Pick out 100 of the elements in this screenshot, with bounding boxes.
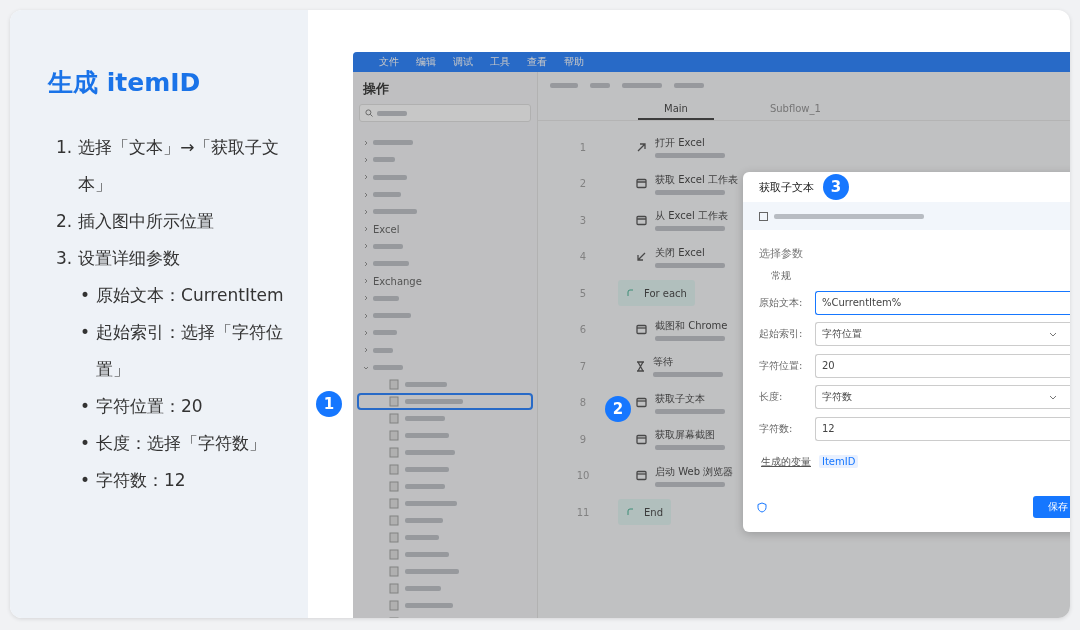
blurred-text — [405, 416, 445, 422]
step-title: 获取子文本 — [655, 391, 706, 406]
menu-item[interactable]: 调试 — [453, 55, 473, 69]
blurred-text — [405, 433, 449, 439]
line-number: 9 — [578, 433, 588, 445]
document-icon — [389, 515, 399, 527]
loop-end-block[interactable]: End — [618, 499, 671, 526]
tree-group[interactable]: Exchange — [359, 272, 531, 290]
blurred-text — [373, 243, 403, 249]
list-number: 2. — [56, 210, 73, 233]
output-label[interactable]: 生成的变量 — [761, 454, 811, 469]
flow-tab[interactable]: Subflow_1 — [743, 103, 847, 120]
step-title: 截图和 Chrome — [655, 318, 728, 333]
blurred-text — [655, 153, 725, 159]
step-badge: 2 — [605, 396, 631, 422]
document-icon — [389, 549, 399, 561]
step-text: 设置详细参数 — [78, 247, 182, 270]
blurred-text — [655, 262, 725, 268]
document-icon — [389, 413, 399, 425]
tree-group[interactable]: Excel — [359, 220, 531, 238]
blurred-text — [405, 501, 457, 507]
document-icon — [389, 532, 399, 544]
blurred-text — [655, 445, 725, 451]
bullet: • — [80, 395, 91, 418]
bullet: • — [80, 321, 91, 344]
blurred-text — [373, 295, 399, 301]
step-title: 获取 Excel 工作表 — [655, 172, 738, 187]
hourglass-icon — [636, 360, 645, 372]
field-label: 长度: — [759, 390, 784, 405]
blurred-text — [405, 450, 455, 456]
window-icon — [636, 324, 647, 336]
variable-tag: ItemID — [819, 455, 859, 468]
blurred-text — [405, 382, 447, 388]
menu-item[interactable]: 帮助 — [564, 55, 584, 69]
blurred-text — [405, 484, 445, 490]
window-icon — [636, 433, 647, 445]
menu-item[interactable]: 编辑 — [416, 55, 436, 69]
line-number: 1 — [578, 141, 588, 153]
step-title: 启动 Web 浏览器 — [655, 464, 734, 479]
window-icon — [636, 397, 647, 409]
document-icon — [389, 396, 399, 408]
step-text: 选择「文本」→「获取子文本」 — [78, 136, 281, 196]
line-number: 4 — [578, 251, 588, 263]
tree-action[interactable] — [357, 393, 533, 411]
blurred-text — [655, 335, 725, 341]
step-text: 长度：选择「字符数」 — [96, 432, 268, 455]
blurred-text — [373, 261, 409, 267]
text-icon — [759, 211, 768, 221]
step-title: 等待 — [653, 355, 674, 370]
line-number: 11 — [575, 506, 591, 518]
blurred-text — [373, 313, 411, 319]
line-number: 2 — [578, 178, 588, 190]
blurred-text — [405, 603, 453, 609]
panel-title: 操作 — [363, 80, 390, 98]
line-number: 8 — [578, 397, 588, 409]
blurred-text — [590, 82, 610, 88]
blurred-text — [405, 467, 449, 473]
blurred-text — [655, 226, 725, 232]
window-icon — [636, 470, 647, 482]
step-title: 关闭 Excel — [655, 245, 706, 260]
blurred-text — [405, 569, 459, 575]
input-field[interactable]: %CurrentItem% — [815, 290, 1070, 315]
document-icon — [389, 498, 399, 510]
blurred-text — [373, 174, 407, 180]
document-icon — [389, 379, 399, 391]
step-text: 插入图中所示位置 — [78, 210, 216, 233]
document-icon — [389, 464, 399, 476]
input-field[interactable]: 12 — [815, 416, 1070, 441]
bullet: • — [80, 284, 91, 307]
bullet: • — [80, 469, 91, 492]
line-number: 10 — [575, 470, 591, 482]
document-icon — [389, 583, 399, 595]
step-text: 原始文本：CurrentItem — [96, 284, 285, 307]
blurred-text — [655, 481, 725, 487]
window-icon — [636, 214, 647, 226]
step-text: 起始索引：选择「字符位置」 — [96, 321, 285, 381]
document-icon — [389, 430, 399, 442]
select-field[interactable]: 字符位置 — [815, 322, 1070, 347]
step-text: 字符位置：20 — [96, 395, 204, 418]
select-field[interactable]: 字符数 — [815, 385, 1070, 410]
step-title: 从 Excel 工作表 — [655, 209, 728, 224]
blurred-text — [674, 82, 704, 88]
document-icon — [389, 566, 399, 578]
menu-item[interactable]: 工具 — [490, 55, 510, 69]
blurred-text — [373, 209, 417, 215]
blurred-text — [405, 399, 463, 405]
field-label: 原始文本: — [759, 295, 804, 310]
step-title: 打开 Excel — [655, 136, 706, 151]
search-field[interactable] — [359, 104, 531, 122]
blurred-text — [550, 82, 578, 88]
lesson-title: 生成 itemID — [48, 67, 202, 99]
dropdown-caret-icon — [1049, 394, 1057, 400]
menu-item[interactable]: 查看 — [527, 55, 547, 69]
input-field[interactable]: 20 — [815, 353, 1070, 378]
loop-start-block[interactable]: For each — [618, 280, 695, 307]
menu-item[interactable]: 文件 — [379, 55, 399, 69]
dialog-title: 获取子文本 — [759, 179, 814, 195]
save-button[interactable]: 保存 — [1033, 496, 1070, 518]
flow-tab[interactable]: Main — [638, 103, 714, 120]
step-title: 获取屏幕截图 — [655, 428, 716, 443]
